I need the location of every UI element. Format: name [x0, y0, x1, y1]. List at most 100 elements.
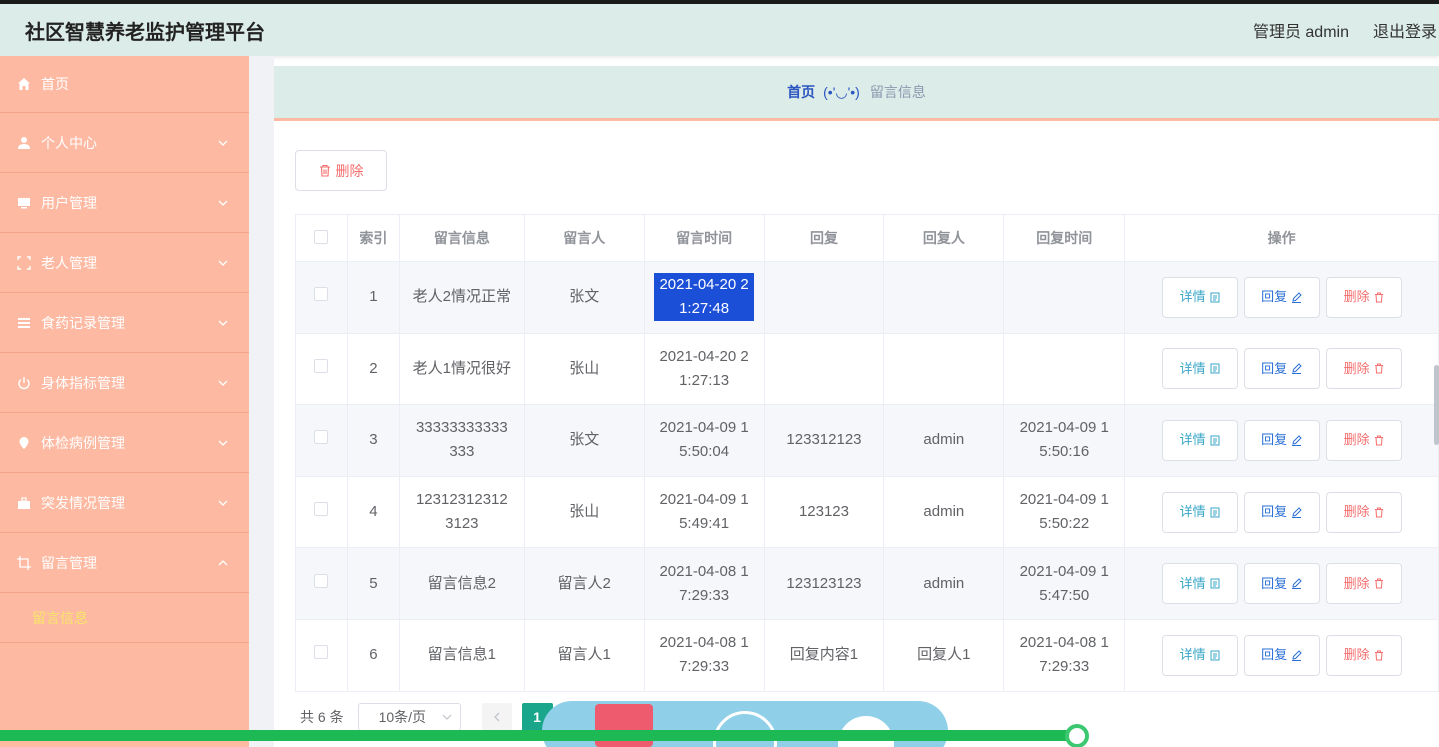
sidebar-item-label: 体检病例管理	[41, 434, 125, 451]
cell-text: 留言人2	[557, 574, 611, 592]
document-icon	[1210, 435, 1220, 446]
breadcrumb: 首页 (•'◡'•) 留言信息	[274, 66, 1439, 121]
sidebar-item-personal-center[interactable]: 个人中心	[0, 113, 249, 173]
page-size-select[interactable]: 10条/页	[357, 703, 461, 731]
detail-button[interactable]: 详情	[1161, 634, 1238, 676]
table-row: 1 老人2情况正常 张文 2021-04-20 21:27:48 详情 回复 删除	[295, 261, 1439, 334]
reply-button[interactable]: 回复	[1243, 276, 1320, 318]
table-header-row: 索引 留言信息 留言人 留言时间 回复 回复人 回复时间 操作	[295, 214, 1439, 262]
cell-text: 1	[369, 288, 378, 306]
table-cell-replier: admin	[883, 404, 1005, 477]
reply-button[interactable]: 回复	[1243, 491, 1320, 533]
sidebar-item-food-medicine[interactable]: 食药记录管理	[0, 293, 249, 353]
edit-icon	[1292, 650, 1302, 661]
row-checkbox[interactable]	[314, 573, 329, 588]
sidebar-item-label: 食药记录管理	[41, 314, 125, 331]
sidebar-item-elder-management[interactable]: 老人管理	[0, 233, 249, 293]
table-cell-message: 留言信息2	[398, 547, 525, 620]
sidebar-item-emergency[interactable]: 突发情况管理	[0, 473, 249, 533]
reply-button[interactable]: 回复	[1243, 419, 1320, 461]
row-checkbox[interactable]	[314, 358, 329, 373]
prev-page-button[interactable]	[481, 703, 512, 731]
table-cell-message: 123123123123123	[398, 475, 525, 549]
row-delete-button[interactable]: 删除	[1325, 276, 1402, 318]
row-delete-button[interactable]: 删除	[1325, 348, 1402, 390]
select-all-cell[interactable]	[295, 214, 348, 262]
table-cell-author: 张山	[523, 475, 645, 549]
table-cell-reply-time: 2021-04-08 17:29:33	[1003, 618, 1126, 692]
row-delete-label: 删除	[1343, 360, 1370, 376]
detail-button[interactable]: 详情	[1161, 276, 1238, 318]
detail-label: 详情	[1179, 360, 1206, 376]
select-all-checkbox[interactable]	[314, 229, 329, 244]
breadcrumb-home[interactable]: 首页	[787, 82, 815, 102]
bulk-delete-button[interactable]: 删除	[295, 150, 387, 191]
row-select-cell[interactable]	[295, 404, 348, 477]
cell-text: 3	[369, 431, 378, 449]
app-title: 社区智慧养老监护管理平台	[25, 21, 265, 44]
table-cell-author: 张文	[523, 261, 645, 334]
cell-text: 留言信息1	[427, 646, 497, 664]
sidebar-item-body-index[interactable]: 身体指标管理	[0, 353, 249, 413]
row-select-cell[interactable]	[295, 261, 348, 334]
row-select-cell[interactable]	[295, 332, 348, 406]
trash-icon	[1374, 292, 1383, 303]
table-cell-actions: 详情 回复 删除	[1124, 475, 1439, 549]
cell-text: 2021-04-09 15:50:16	[1019, 419, 1109, 461]
sidebar-item-checkup-cases[interactable]: 体检病例管理	[0, 413, 249, 473]
logout-link[interactable]: 退出登录	[1373, 18, 1437, 42]
cell-text: 张山	[569, 359, 600, 377]
row-checkbox[interactable]	[314, 502, 329, 517]
row-select-cell[interactable]	[295, 547, 348, 620]
detail-button[interactable]: 详情	[1161, 348, 1238, 390]
row-checkbox[interactable]	[314, 287, 329, 302]
pagination-total: 共 6 条	[300, 709, 344, 725]
sidebar-item-label: 身体指标管理	[41, 374, 125, 391]
column-header: 留言人	[523, 214, 645, 262]
row-checkbox[interactable]	[314, 645, 329, 660]
scrollbar-thumb[interactable]	[1434, 365, 1439, 445]
document-icon	[1210, 650, 1220, 661]
row-delete-button[interactable]: 删除	[1325, 491, 1402, 533]
document-icon	[1210, 292, 1220, 303]
detail-label: 详情	[1179, 647, 1206, 663]
row-select-cell[interactable]	[295, 475, 348, 549]
video-progress-handle[interactable]	[1065, 724, 1089, 747]
sidebar-item-user-management[interactable]: 用户管理	[0, 173, 249, 233]
document-icon	[1210, 507, 1220, 518]
row-select-cell[interactable]	[295, 618, 348, 692]
table-cell-reply: 回复内容1	[763, 618, 885, 692]
suitcase-icon	[16, 495, 32, 511]
sidebar-subitem-message-info[interactable]: 留言信息	[0, 593, 249, 643]
table-row: 6 留言信息1 留言人1 2021-04-08 17:29:33 回复内容1 回复人1 20…	[295, 618, 1439, 692]
reply-button[interactable]: 回复	[1243, 563, 1320, 605]
reply-button[interactable]: 回复	[1243, 634, 1320, 676]
reply-button[interactable]: 回复	[1243, 348, 1320, 390]
table-cell-reply: 123312123	[763, 404, 885, 477]
detail-button[interactable]: 详情	[1161, 419, 1238, 461]
detail-button[interactable]: 详情	[1161, 563, 1238, 605]
edit-icon	[1292, 578, 1302, 590]
chevron-down-icon	[218, 140, 228, 146]
cell-text: 老人1情况很好	[412, 359, 512, 377]
row-delete-button[interactable]: 删除	[1325, 419, 1402, 461]
table-cell-message: 留言信息1	[398, 618, 525, 692]
video-progress-bar[interactable]	[0, 730, 1075, 741]
table-cell-replier: admin	[883, 475, 1005, 549]
row-delete-button[interactable]: 删除	[1325, 634, 1402, 676]
reply-label: 回复	[1261, 289, 1288, 305]
table-cell-actions: 详情 回复 删除	[1124, 547, 1439, 620]
sidebar-item-message-management[interactable]: 留言管理	[0, 533, 249, 593]
cell-text: 2021-04-09 15:50:22	[1019, 491, 1109, 533]
row-checkbox[interactable]	[314, 430, 329, 445]
table-cell-index: 4	[346, 475, 400, 549]
detail-button[interactable]: 详情	[1161, 491, 1238, 533]
edit-icon	[1292, 292, 1302, 303]
cell-text: 2021-04-08 17:29:33	[659, 634, 749, 676]
row-delete-button[interactable]: 删除	[1325, 563, 1402, 605]
monitor-icon	[16, 195, 32, 211]
trash-icon	[319, 164, 330, 177]
sidebar-item-home[interactable]: 首页	[0, 56, 249, 113]
breadcrumb-current: 留言信息	[869, 84, 926, 100]
table-cell-replier: admin	[883, 547, 1005, 620]
